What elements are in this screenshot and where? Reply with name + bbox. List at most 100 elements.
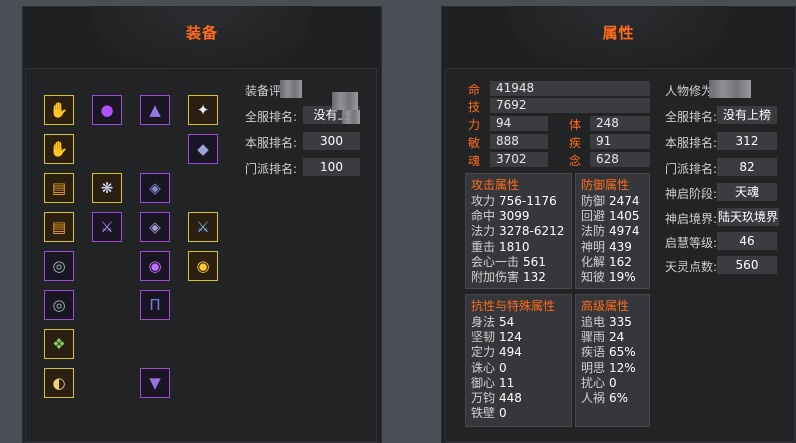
- stat-row: 化解 162: [581, 255, 649, 270]
- dark-ring-icon: ◉: [148, 256, 162, 275]
- divine-realm-value: 陆天玖境界: [717, 208, 779, 226]
- stat-value: 124: [499, 330, 522, 345]
- stat-row: 铁壁 0: [471, 406, 571, 421]
- equipment-slot[interactable]: ❋: [92, 173, 122, 203]
- stat-key: 法力: [471, 224, 496, 239]
- equipment-slot[interactable]: ◈: [140, 173, 170, 203]
- attributes-title: 属性: [602, 24, 635, 42]
- equipment-slot[interactable]: ◎: [44, 251, 74, 281]
- leg-armor-icon: Π: [149, 295, 161, 314]
- stat-key: 神明: [581, 239, 606, 254]
- equipment-slot[interactable]: ◉: [140, 251, 170, 281]
- stat-value: 162: [609, 254, 632, 269]
- stat-value: 3278-6212: [499, 224, 565, 239]
- stat-row: 回避 1405: [581, 209, 649, 224]
- stat-key: 铁壁: [471, 406, 496, 421]
- gear-rating-blurred-value: [280, 80, 302, 98]
- equipment-slot[interactable]: ◉: [188, 251, 218, 281]
- stat-value: 494: [499, 345, 522, 360]
- hp-key: 命: [468, 83, 481, 97]
- defense-attributes-title: 防御属性: [581, 178, 630, 192]
- white-crane-icon: ✦: [196, 100, 210, 119]
- stat-value: 19%: [609, 270, 636, 285]
- agility-key: 敏: [468, 136, 481, 150]
- stat-key: 命中: [471, 209, 496, 224]
- scroll-book-icon: ▤: [51, 217, 67, 236]
- equipment-slot[interactable]: ◐: [44, 368, 74, 398]
- attack-attributes-title: 攻击属性: [471, 178, 520, 192]
- constitution-value: 248: [590, 116, 650, 131]
- attr-sect-rank-value: 82: [717, 158, 777, 176]
- mind-value: 628: [590, 152, 650, 167]
- wisdom-level-label: 启慧等级:: [665, 236, 718, 250]
- attr-server-rank-value: 没有上榜: [717, 106, 777, 124]
- equipment-sect-rank-value: 100: [303, 158, 360, 176]
- strength-key: 力: [468, 118, 481, 132]
- purple-orb-icon: ●: [100, 100, 114, 119]
- bracer-icon: ◎: [52, 256, 66, 275]
- golden-scroll-icon: ◐: [52, 373, 66, 392]
- stat-value: 3099: [499, 209, 530, 224]
- equipment-slot[interactable]: ◈: [140, 212, 170, 242]
- dark-helmet-icon: ▲: [149, 100, 161, 119]
- stat-value: 0: [499, 406, 507, 421]
- stat-value: 54: [499, 315, 515, 329]
- attack-rows: 攻力 756-1176 命中 3099 法力 3278-6212 重击 1810 会心一击 561…: [466, 194, 571, 285]
- equipment-slot[interactable]: ▼: [140, 368, 170, 398]
- soul-key: 魂: [468, 154, 481, 168]
- attack-attributes-box: 攻击属性 攻力 756-1176 命中 3099 法力 3278-6212 重击 1810 会心…: [465, 173, 572, 289]
- bracer-icon: ◎: [52, 295, 66, 314]
- equipment-title: 装备: [185, 24, 218, 42]
- stat-key: 万钧: [471, 391, 496, 406]
- stat-key: 身法: [471, 315, 496, 329]
- armor-shoulder-icon: ◆: [197, 139, 209, 158]
- defense-attributes-box: 防御属性 防御 2474 回避 1405 法防 4974 神明 439 化解 162 知彼 19%: [575, 173, 650, 289]
- armor-pauldron-icon: ◈: [149, 217, 161, 236]
- green-amulet-icon: ❖: [52, 334, 66, 353]
- golden-orb-icon: ◉: [196, 256, 210, 275]
- stat-value: 756-1176: [499, 194, 557, 208]
- hp-value: 41948: [490, 81, 650, 96]
- stat-key: 诛心: [471, 360, 496, 375]
- stat-key: 法防: [581, 224, 606, 239]
- stat-row: 攻力 756-1176: [471, 194, 571, 209]
- blade-weapon-icon: ⚔: [100, 217, 114, 236]
- stat-row: 防御 2474: [581, 194, 649, 209]
- feather-wing-icon: ❋: [100, 178, 114, 197]
- equipment-slot[interactable]: ◎: [44, 290, 74, 320]
- stat-row: 附加伤害 132: [471, 270, 571, 285]
- equipment-slot[interactable]: ✋: [44, 134, 74, 164]
- equipment-slot[interactable]: ◆: [188, 134, 218, 164]
- divine-realm-label: 神启境界:: [665, 212, 718, 226]
- cultivation-label: 人物修为: [665, 84, 714, 98]
- equipment-slot[interactable]: ⚔: [92, 212, 122, 242]
- stat-key: 骤雨: [581, 330, 606, 345]
- defense-rows: 防御 2474 回避 1405 法防 4974 神明 439 化解 162 知彼 19%: [576, 194, 649, 285]
- resist-rows: 身法 54 坚韧 124 定力 494 诛心 0 御心 11 万钧 448 铁壁 0: [466, 315, 571, 421]
- equipment-slot[interactable]: ✦: [188, 95, 218, 125]
- spirit-points-value: 560: [717, 256, 777, 274]
- claw-weapon-icon: ✋: [49, 100, 69, 119]
- equipment-local-rank-value: 300: [303, 132, 360, 150]
- equipment-slot[interactable]: ●: [92, 95, 122, 125]
- equipment-panel: 装备 ✋ ● ▲ ✦ ✋ ◆ ▤ ❋ ◈ ▤ ⚔ ◈ ⚔ ◎ ◉ ◉ ◎ Π ❖ ◐ ▼ 装备评 全服排名: 没有上 本…: [22, 6, 382, 443]
- stat-value: 65%: [609, 345, 636, 360]
- stat-row: 明思 12%: [581, 361, 649, 376]
- stat-value: 335: [609, 315, 632, 329]
- equipment-slot[interactable]: ▤: [44, 212, 74, 242]
- equipment-slot[interactable]: ▲: [140, 95, 170, 125]
- stat-row: 追电 335: [581, 315, 649, 330]
- armor-chest-icon: ◈: [149, 178, 161, 197]
- wisdom-level-value: 46: [717, 232, 777, 250]
- equipment-slot[interactable]: ❖: [44, 329, 74, 359]
- agility-value: 888: [490, 134, 548, 149]
- equipment-slot[interactable]: ⚔: [188, 212, 218, 242]
- stat-key: 疾语: [581, 345, 606, 360]
- stat-row: 万钧 448: [471, 391, 571, 406]
- stat-key: 扰心: [581, 375, 606, 390]
- equipment-slot[interactable]: Π: [140, 290, 170, 320]
- spirit-points-label: 天灵点数:: [665, 260, 718, 274]
- equipment-slot[interactable]: ✋: [44, 95, 74, 125]
- equipment-slot[interactable]: ▤: [44, 173, 74, 203]
- attr-server-rank-label: 全服排名:: [665, 110, 718, 124]
